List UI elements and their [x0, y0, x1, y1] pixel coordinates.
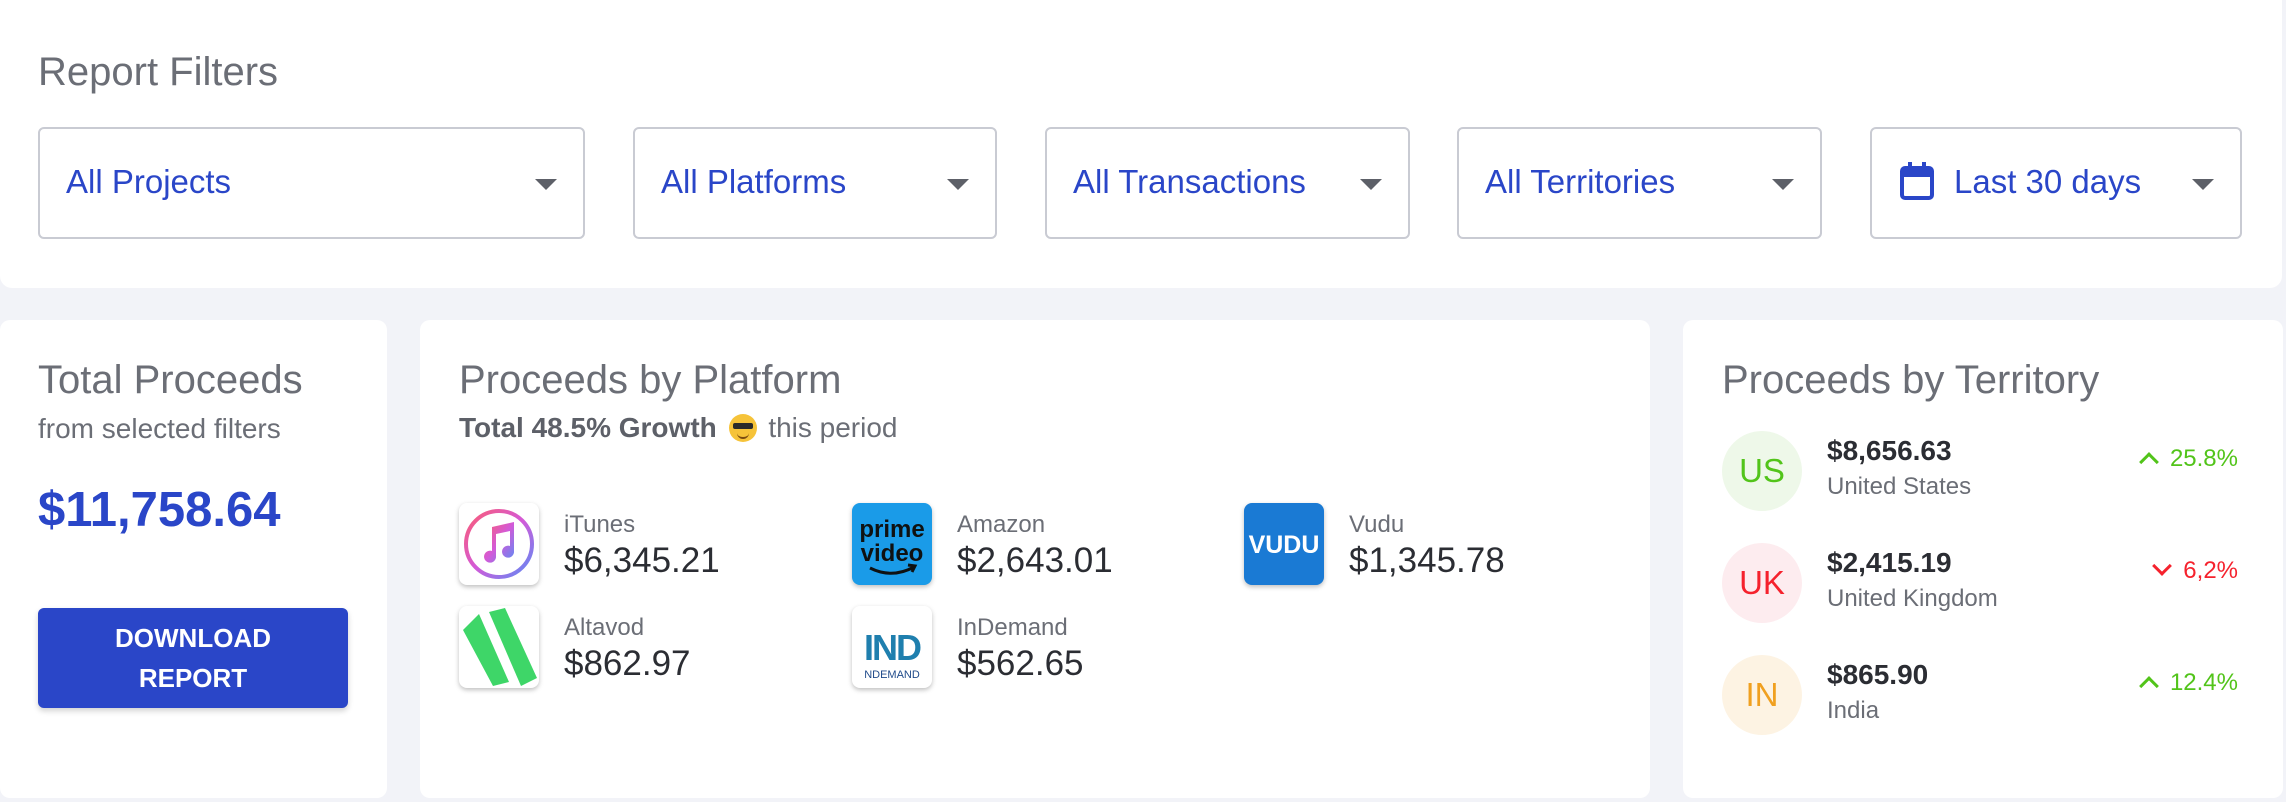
download-report-button[interactable]: DOWNLOAD REPORT	[38, 608, 348, 708]
growth-summary-bold: Total 48.5% Growth	[459, 412, 717, 443]
date-range-select[interactable]: Last 30 days	[1870, 127, 2242, 239]
platform-name: Vudu	[1349, 511, 1405, 538]
territory-amount: $8,656.63	[1827, 435, 1952, 466]
vudu-logo-text: VUDU	[1249, 531, 1320, 559]
territory-change-value: 6,2%	[2183, 557, 2238, 584]
platform-amount: $2,643.01	[957, 541, 1113, 580]
platform-item-vudu: VUDU Vudu $1,345.78	[1244, 503, 1604, 587]
territory-item-in: IN $865.90 India 12.4%	[1722, 655, 2242, 737]
indemand-logo-text: IND	[864, 627, 921, 668]
territories-select-value: All Territories	[1485, 163, 1676, 200]
territory-badge: IN	[1722, 655, 1802, 735]
territory-change-value: 12.4%	[2169, 669, 2238, 696]
date-range-select-value: Last 30 days	[1954, 163, 2142, 200]
territory-item-us: US $8,656.63 United States 25.8%	[1722, 431, 2242, 513]
download-report-label-line2: REPORT	[138, 663, 248, 693]
territory-name: United Kingdom	[1827, 585, 1998, 612]
sunglasses-emoji-icon	[728, 414, 757, 442]
total-proceeds-subtitle: from selected filters	[38, 413, 281, 444]
territory-badge: US	[1722, 431, 1802, 511]
arrow-up-icon	[2139, 676, 2159, 696]
growth-summary-suffix: this period	[768, 412, 898, 443]
territory-amount: $865.90	[1827, 659, 1929, 690]
transactions-select[interactable]: All Transactions	[1045, 127, 1410, 239]
report-filters-title: Report Filters	[38, 50, 279, 94]
transactions-select-value: All Transactions	[1073, 163, 1306, 200]
platform-name: InDemand	[957, 614, 1068, 641]
itunes-icon	[459, 503, 539, 585]
territory-change: 12.4%	[2139, 669, 2238, 697]
proceeds-by-territory-title: Proceeds by Territory	[1722, 358, 2100, 402]
territories-select[interactable]: All Territories	[1457, 127, 1822, 239]
total-proceeds-title: Total Proceeds	[38, 358, 303, 402]
chevron-down-icon	[947, 179, 969, 190]
indemand-icon: IND NDEMAND	[852, 606, 932, 688]
territory-change-value: 25.8%	[2169, 445, 2238, 472]
platform-amount: $6,345.21	[564, 541, 720, 580]
territory-amount: $2,415.19	[1827, 547, 1952, 578]
territory-item-uk: UK $2,415.19 United Kingdom 6,2%	[1722, 543, 2242, 625]
territory-name: United States	[1827, 473, 1972, 500]
projects-select-value: All Projects	[66, 163, 232, 200]
platform-name: Altavod	[564, 614, 645, 641]
platforms-select-value: All Platforms	[661, 163, 847, 200]
chevron-down-icon	[1360, 179, 1382, 190]
platform-name: Amazon	[957, 511, 1046, 538]
platform-item-indemand: IND NDEMAND InDemand $562.65	[852, 606, 1212, 690]
indemand-logo-subtext: NDEMAND	[864, 669, 920, 681]
chevron-down-icon	[535, 179, 557, 190]
territory-badge: UK	[1722, 543, 1802, 623]
arrow-down-icon	[2152, 556, 2173, 576]
calendar-icon	[1900, 162, 1934, 200]
prime-video-icon: prime video	[852, 503, 932, 585]
platform-amount: $862.97	[564, 644, 691, 683]
total-proceeds-amount: $11,758.64	[38, 483, 281, 537]
platform-item-amazon: prime video Amazon $2,643.01	[852, 503, 1212, 587]
platforms-select[interactable]: All Platforms	[633, 127, 997, 239]
platform-item-altavod: Altavod $862.97	[459, 606, 819, 690]
arrow-up-icon	[2139, 452, 2159, 472]
territory-change: 6,2%	[2152, 556, 2238, 585]
chevron-down-icon	[2192, 179, 2214, 190]
altavod-icon	[459, 606, 539, 688]
platform-amount: $562.65	[957, 644, 1084, 683]
platform-name: iTunes	[564, 511, 636, 538]
growth-summary: Total 48.5% Growth this period	[459, 412, 898, 444]
territory-change: 25.8%	[2139, 445, 2238, 473]
proceeds-by-platform-title: Proceeds by Platform	[459, 358, 842, 402]
projects-select[interactable]: All Projects	[38, 127, 585, 239]
vudu-icon: VUDU	[1244, 503, 1324, 585]
download-report-label-line1: DOWNLOAD	[115, 623, 271, 653]
video-logo-text: video	[861, 540, 924, 567]
prime-logo-text: prime	[859, 516, 924, 543]
platform-amount: $1,345.78	[1349, 541, 1505, 580]
chevron-down-icon	[1772, 179, 1794, 190]
platform-item-itunes: iTunes $6,345.21	[459, 503, 819, 587]
territory-name: India	[1827, 697, 1880, 724]
